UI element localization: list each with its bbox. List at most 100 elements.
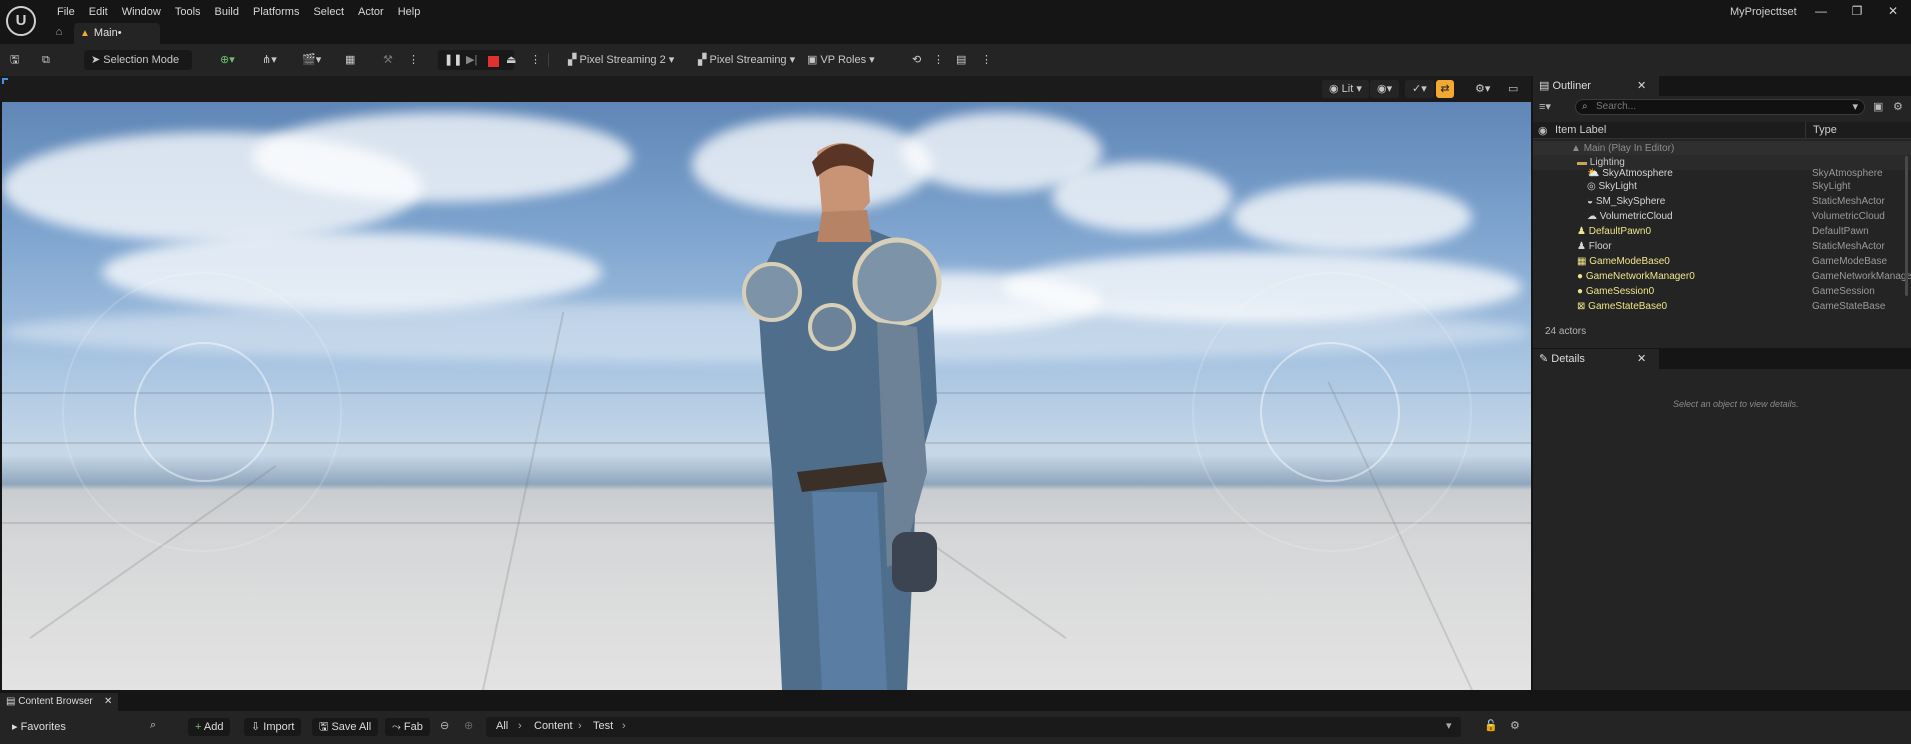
- outliner-row[interactable]: ⊠ GameStateBase0 GameStateBase: [1533, 299, 1911, 314]
- tab-content-browser[interactable]: ▤ Content Browser ✕: [0, 693, 118, 711]
- visibility-icon[interactable]: ◉: [1538, 124, 1548, 137]
- add-actor-icon[interactable]: ⊕▾: [220, 50, 235, 70]
- menu-file[interactable]: File: [50, 4, 82, 20]
- add-folder-icon[interactable]: ▣: [1873, 100, 1883, 113]
- transform-icon[interactable]: ✓▾: [1405, 80, 1434, 98]
- pixel-streaming-2-dropdown[interactable]: ▞ Pixel Streaming 2 ▾: [568, 50, 674, 70]
- settings-icon[interactable]: ⚙: [1893, 100, 1903, 113]
- pixel-streaming-label: Pixel Streaming: [709, 54, 787, 66]
- network-manager-icon: ●: [1577, 271, 1586, 282]
- eject-icon[interactable]: ⏏: [506, 50, 516, 70]
- import-icon: ⇩: [251, 721, 264, 733]
- play-options-icon[interactable]: ⋮: [530, 50, 541, 70]
- snap-icon[interactable]: ⇄: [1436, 80, 1454, 98]
- show-flags-icon[interactable]: ◉▾: [1370, 80, 1400, 98]
- stop-icon[interactable]: [488, 56, 499, 67]
- settings-more-icon[interactable]: ⋮: [981, 50, 992, 70]
- outliner-row[interactable]: ▦ GameModeBase0 GameModeBase: [1533, 254, 1911, 269]
- left-joystick-outer: [62, 272, 342, 552]
- search-input[interactable]: ⌕ Search... ▾: [1575, 99, 1865, 115]
- settings-icon[interactable]: ⚙: [1510, 719, 1520, 732]
- more-options-icon[interactable]: ⋮: [408, 50, 419, 70]
- add-button[interactable]: + Add: [188, 718, 231, 736]
- viewport-toolbar: ◉ Lit ▾ ◉▾ ✓▾ ⇄ ⚙▾ ▭: [0, 76, 1531, 102]
- menu-build[interactable]: Build: [208, 4, 246, 20]
- outliner-row[interactable]: ♟ Floor StaticMeshActor: [1533, 239, 1911, 254]
- item-label-header[interactable]: Item Label: [1555, 124, 1606, 136]
- back-icon[interactable]: ⊖: [440, 719, 449, 732]
- fab-icon: ⤳: [392, 721, 404, 733]
- outliner-scrollbar[interactable]: [1905, 156, 1908, 296]
- step-icon[interactable]: ▶|: [466, 50, 477, 70]
- breadcrumb-content[interactable]: Content: [534, 720, 573, 732]
- blueprint-icon[interactable]: ⋔▾: [262, 50, 277, 70]
- chevron-right-icon: ›: [622, 720, 626, 732]
- menu-platforms[interactable]: Platforms: [246, 4, 306, 20]
- close-icon[interactable]: ✕: [104, 693, 112, 711]
- world-icon: ▲: [1571, 143, 1584, 154]
- maximize-icon[interactable]: ❐: [1839, 0, 1875, 22]
- breadcrumb-test[interactable]: Test: [593, 720, 613, 732]
- tab-outliner[interactable]: ▤ Outliner ✕: [1533, 76, 1659, 96]
- menu-tools[interactable]: Tools: [168, 4, 208, 20]
- outliner-row[interactable]: ◎ SkyLight SkyLight: [1533, 179, 1911, 194]
- level-viewport[interactable]: [2, 102, 1531, 690]
- layers-icon[interactable]: ▦: [345, 50, 355, 70]
- platforms-icon[interactable]: ▤: [956, 50, 966, 70]
- forward-icon[interactable]: ⊕: [464, 719, 473, 732]
- menu-select[interactable]: Select: [306, 4, 351, 20]
- minimize-icon[interactable]: —: [1803, 0, 1839, 22]
- lit-mode-button[interactable]: ◉ Lit ▾: [1322, 80, 1369, 98]
- pixel-streaming-dropdown[interactable]: ▞ Pixel Streaming ▾: [698, 50, 795, 70]
- details-tab-label: Details: [1551, 353, 1585, 365]
- breadcrumb-all[interactable]: All: [496, 720, 508, 732]
- content-browser-toolbar: ▸ Favorites ⌕ + Add ⇩ Import 🖫 Save All …: [0, 711, 1911, 744]
- outliner-row[interactable]: ● GameSession0 GameSession: [1533, 284, 1911, 299]
- search-icon: ⌕: [1582, 101, 1588, 112]
- build-icon[interactable]: ⚒: [383, 50, 393, 70]
- source-control-icon[interactable]: ⟲: [912, 50, 921, 70]
- type-header[interactable]: Type: [1813, 124, 1837, 136]
- close-icon[interactable]: ✕: [1637, 76, 1646, 96]
- more-options-icon[interactable]: ⋮: [933, 50, 944, 70]
- menu-window[interactable]: Window: [115, 4, 168, 20]
- outliner-row[interactable]: ☁ VolumetricCloud VolumetricCloud: [1533, 209, 1911, 224]
- fab-button[interactable]: ⤳ Fab: [385, 718, 430, 736]
- viewport-layout-icon[interactable]: ▭: [1508, 80, 1518, 98]
- outliner-panel: ≡▾ ⌕ Search... ▾ ▣ ⚙ ◉ Item Label Type ▲…: [1533, 96, 1911, 348]
- home-icon[interactable]: ⌂: [50, 26, 68, 42]
- menu-actor[interactable]: Actor: [351, 4, 391, 20]
- outliner-row[interactable]: ▲ Main (Play In Editor): [1533, 141, 1911, 156]
- browse-icon[interactable]: ⧉: [42, 50, 50, 70]
- save-icon[interactable]: 🖫: [10, 50, 19, 70]
- lock-icon[interactable]: 🔓: [1484, 719, 1498, 732]
- unreal-logo-icon[interactable]: U: [6, 6, 36, 36]
- save-all-button[interactable]: 🖫 Save All: [312, 718, 379, 736]
- chevron-down-icon[interactable]: ▾: [1446, 719, 1452, 732]
- vp-roles-dropdown[interactable]: ▣ VP Roles ▾: [807, 50, 875, 70]
- menu-help[interactable]: Help: [391, 4, 428, 20]
- outliner-row[interactable]: ♟ DefaultPawn0 DefaultPawn: [1533, 224, 1911, 239]
- outliner-row[interactable]: ● GameNetworkManager0 GameNetworkManager: [1533, 269, 1911, 284]
- menu-edit[interactable]: Edit: [82, 4, 115, 20]
- import-button[interactable]: ⇩ Import: [244, 718, 302, 736]
- tab-main[interactable]: ▲ Main•: [74, 23, 160, 44]
- tab-details[interactable]: ✎ Details ✕: [1533, 349, 1659, 369]
- outliner-header: ◉ Item Label Type: [1533, 122, 1911, 139]
- pause-icon[interactable]: ❚❚: [444, 50, 462, 70]
- search-icon[interactable]: ⌕: [150, 719, 156, 732]
- cinematics-icon[interactable]: 🎬▾: [302, 50, 321, 70]
- close-icon[interactable]: ✕: [1875, 0, 1911, 22]
- content-browser-tab-label: Content Browser: [18, 696, 93, 707]
- details-empty-text: Select an object to view details.: [1673, 399, 1799, 409]
- static-mesh-icon: ◒: [1587, 196, 1596, 207]
- chevron-down-icon[interactable]: ▾: [1852, 100, 1858, 113]
- character-model[interactable]: [702, 142, 972, 690]
- selection-mode-dropdown[interactable]: ➤ Selection Mode ▾: [84, 50, 192, 86]
- lit-label: Lit: [1341, 83, 1354, 95]
- filter-icon[interactable]: ≡▾: [1539, 100, 1551, 113]
- viewport-settings-icon[interactable]: ⚙▾: [1475, 80, 1490, 98]
- favorites-toggle[interactable]: ▸ Favorites: [12, 720, 66, 733]
- outliner-row[interactable]: ◒ SM_SkySphere StaticMeshActor: [1533, 194, 1911, 209]
- close-icon[interactable]: ✕: [1637, 349, 1646, 369]
